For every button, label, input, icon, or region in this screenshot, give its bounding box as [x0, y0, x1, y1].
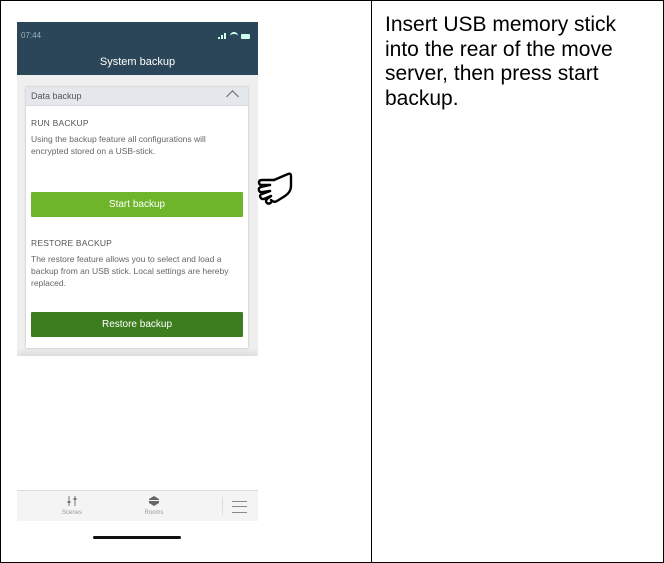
- status-time: 07:44: [21, 31, 42, 40]
- tab-rooms-label: Rooms: [144, 510, 164, 516]
- signal-icon: [218, 33, 227, 39]
- page-title: System backup: [99, 56, 176, 68]
- run-backup-description: Using the backup feature all configurati…: [31, 134, 206, 156]
- tab-rooms[interactable]: Rooms: [134, 495, 174, 516]
- pointing-hand-icon: [256, 168, 304, 212]
- tab-scenes-label: Scenes: [61, 510, 82, 516]
- data-backup-card: Data backup RUN BACKUP Using the backup …: [26, 87, 248, 348]
- tab-scenes[interactable]: Scenes: [52, 495, 92, 516]
- content-area: Data backup RUN BACKUP Using the backup …: [17, 75, 258, 490]
- wifi-icon: [230, 32, 238, 40]
- empty-list-area: [17, 356, 258, 490]
- hamburger-menu-icon[interactable]: [232, 501, 247, 513]
- phone-screenshot: 07:44 System backup Data backup RUN BACK…: [17, 22, 258, 542]
- tab-separator: [222, 497, 223, 515]
- restore-backup-title: RESTORE BACKUP: [31, 238, 113, 248]
- column-divider: [371, 0, 372, 563]
- restore-backup-button[interactable]: Restore backup: [31, 312, 243, 337]
- restore-backup-description: The restore feature allows you to select…: [31, 254, 229, 288]
- card-header-label: Data backup: [31, 91, 82, 101]
- start-backup-button[interactable]: Start backup: [31, 192, 243, 217]
- tab-bar: Scenes Rooms: [17, 490, 258, 521]
- run-backup-title: RUN BACKUP: [31, 118, 89, 128]
- home-indicator: [93, 536, 181, 539]
- rooms-icon: [134, 495, 174, 510]
- status-icons: [218, 32, 250, 40]
- chevron-up-icon[interactable]: [226, 90, 239, 103]
- app-bar: 07:44 System backup: [17, 22, 258, 75]
- battery-icon: [241, 33, 250, 39]
- card-header[interactable]: Data backup: [26, 87, 248, 106]
- instruction-text: Insert USB memory stick into the rear of…: [385, 13, 617, 110]
- scenes-icon: [52, 495, 92, 510]
